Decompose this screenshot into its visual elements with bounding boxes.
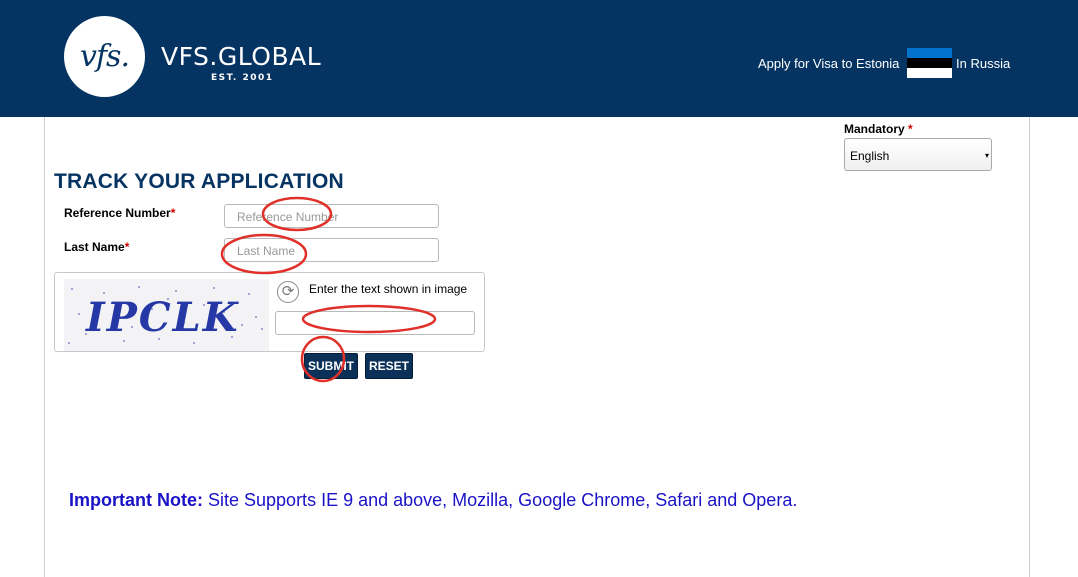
- apply-visa-text: Apply for Visa to Estonia: [758, 56, 900, 71]
- country-text: In Russia: [956, 56, 1011, 71]
- last-name-input[interactable]: Last Name: [224, 238, 439, 262]
- brand-name: VFS.GLOBAL: [161, 42, 322, 71]
- mandatory-label: Mandatory *: [844, 122, 913, 136]
- reference-number-placeholder: Reference Number: [237, 210, 339, 224]
- required-marker: *: [908, 122, 913, 136]
- language-select[interactable]: English ▾: [844, 138, 992, 171]
- required-marker: *: [124, 240, 130, 254]
- language-selected-value: English: [850, 149, 890, 163]
- logo-mark: vfs.: [80, 39, 130, 74]
- dropdown-arrow-icon: ▾: [984, 151, 989, 160]
- last-name-label: Last Name*: [64, 240, 129, 254]
- captcha-input[interactable]: [275, 311, 475, 335]
- note-label: Important Note:: [69, 490, 203, 510]
- brand-established: EST. 2001: [211, 73, 274, 83]
- required-marker: *: [170, 206, 176, 220]
- note-text: Site Supports IE 9 and above, Mozilla, G…: [203, 490, 798, 510]
- reset-button[interactable]: RESET: [365, 353, 413, 379]
- captcha-prompt: Enter the text shown in image: [309, 282, 468, 296]
- last-name-placeholder: Last Name: [237, 244, 296, 258]
- reference-number-label: Reference Number*: [64, 206, 175, 220]
- browser-support-note: Important Note: Site Supports IE 9 and a…: [69, 490, 797, 511]
- reference-number-label-text: Reference Number: [64, 206, 171, 220]
- refresh-captcha-icon[interactable]: ⟳: [277, 281, 299, 303]
- mandatory-label-text: Mandatory: [844, 122, 905, 136]
- reference-number-input[interactable]: Reference Number: [224, 204, 439, 228]
- site-header: vfs. VFS.GLOBAL EST. 2001 Apply for Visa…: [0, 0, 1078, 117]
- page-title: TRACK YOUR APPLICATION: [54, 170, 344, 193]
- estonia-flag-icon: [907, 48, 952, 78]
- captcha-image: IPCLK: [64, 279, 269, 351]
- vfs-logo[interactable]: vfs.: [64, 16, 145, 97]
- last-name-label-text: Last Name: [64, 240, 125, 254]
- submit-button[interactable]: SUBMIT: [304, 353, 358, 379]
- captcha-text: IPCLK: [85, 294, 240, 341]
